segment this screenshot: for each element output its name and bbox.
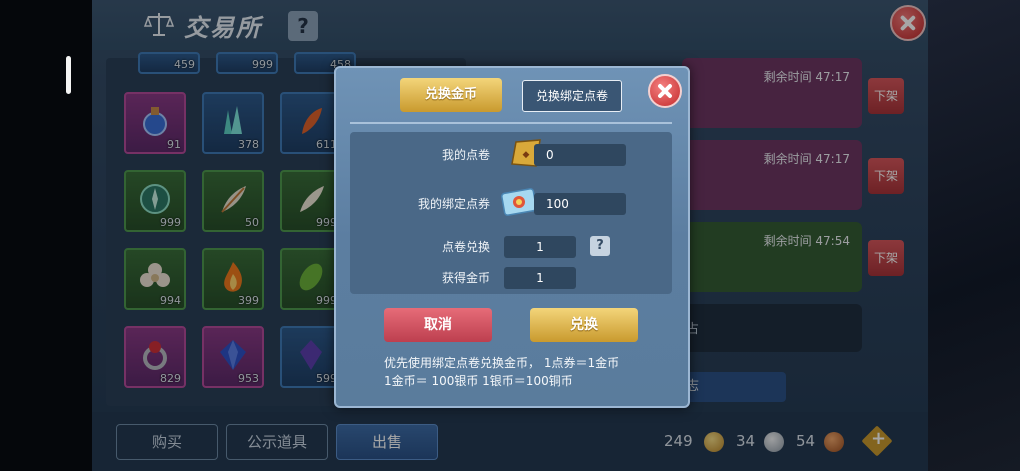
device-left-bar — [0, 0, 92, 471]
close-dialog-button[interactable] — [648, 74, 682, 108]
my-bound-label: 我的绑定点券 — [417, 197, 490, 211]
exchange-help-button[interactable]: ? — [590, 236, 610, 256]
exchange-note-line2: 1金币＝ 100银币 1银币＝100铜币 — [384, 374, 573, 388]
cancel-button[interactable]: 取消 — [384, 308, 492, 342]
gain-gold-field: 1 — [504, 267, 576, 289]
exchange-dialog: 兑换金币 兑换绑定点卷 我的点卷 ◆ 0 我的绑定点券 100 点卷兑换 1 ?… — [334, 66, 690, 408]
gain-gold-label: 获得金币 — [441, 271, 490, 285]
exchange-form: 我的点卷 ◆ 0 我的绑定点券 100 点卷兑换 1 ? 获得金币 1 — [350, 132, 672, 294]
device-handle — [66, 56, 71, 94]
bound-ticket-icon — [501, 188, 537, 216]
exchange-amount-input[interactable]: 1 — [504, 236, 576, 258]
tab-exchange-gold[interactable]: 兑换金币 — [400, 78, 502, 112]
exchange-amount-label: 点卷兑换 — [441, 240, 490, 254]
background-right — [928, 0, 1020, 471]
my-points-label: 我的点卷 — [441, 148, 490, 162]
svg-text:◆: ◆ — [523, 150, 530, 160]
my-bound-field: 100 — [534, 193, 626, 215]
my-points-field: 0 — [534, 144, 626, 166]
confirm-exchange-button[interactable]: 兑换 — [530, 308, 638, 342]
tab-exchange-bound[interactable]: 兑换绑定点卷 — [522, 80, 622, 112]
divider — [350, 122, 672, 124]
exchange-note-line1: 优先使用绑定点卷兑换金币， 1点券＝1金币 — [384, 356, 620, 370]
